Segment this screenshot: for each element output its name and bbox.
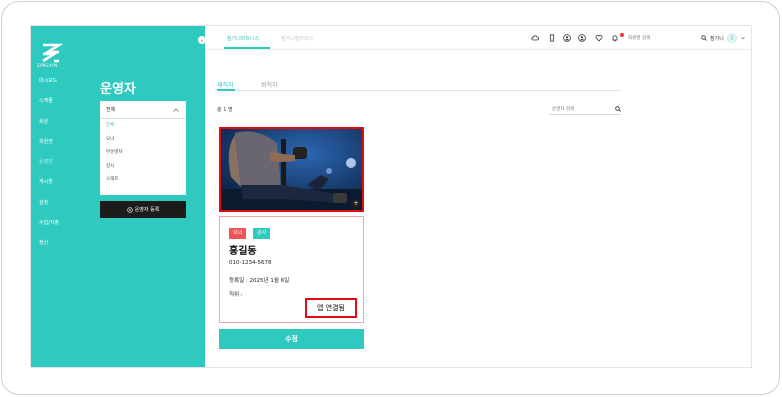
avatar: 짐 [726,33,737,43]
brand-logo[interactable] [39,42,63,64]
heart-icon[interactable] [595,34,603,42]
sidebar-nav: 대시보드 스케줄 회원 회원권 운영진 게시판 설정 수입/지출 정산 [39,77,59,260]
account-circle-icon[interactable] [578,34,586,42]
sidebar-item-settlement[interactable]: 정산 [39,239,59,259]
owner-badge: 오너 [229,228,247,239]
staff-card: 오너 강사 홍길동 010-1234-5678 등록일 : 2025년 1월 6… [219,216,364,323]
register-staff-button[interactable]: 운영자 등록 [100,201,186,218]
staff-register-date: 등록일 : 2025년 1월 6일 [229,278,290,284]
sidebar-item-board[interactable]: 게시판 [39,178,59,198]
staff-search [549,104,621,115]
staff-position: 직위 : [229,292,243,298]
gym-tab-indicator [224,47,270,49]
role-option-coach[interactable]: 강사 [100,160,186,174]
mobile-phone-icon[interactable] [548,34,556,42]
staff-photo-image [221,129,362,210]
role-option-all[interactable]: 전체 [100,119,186,133]
edit-button[interactable]: 수정 [219,329,364,349]
search-icon[interactable] [615,106,621,112]
staff-phone: 010-1234-5678 [229,260,272,266]
add-photo-button[interactable]: + [352,200,360,208]
role-option-staff[interactable]: 스태프 [100,173,186,187]
sidebar: ZIMGAYN 대시보드 스케줄 회원 회원권 운영진 게시판 설정 수입/지출… [31,26,205,367]
user-circle-icon[interactable] [563,34,571,42]
role-option-sub-admin[interactable]: 부운영자 [100,146,186,160]
brand-wordmark: ZIMGAYN [37,63,58,68]
page-title: 운영자 [100,82,136,97]
sidebar-item-memberships[interactable]: 회원권 [39,138,59,158]
role-option-owner[interactable]: 오너 [100,133,186,147]
user-menu[interactable]: 짐가니 짐 [701,33,746,43]
role-filter-select[interactable]: 전체 [100,101,186,119]
staff-photo[interactable]: + [219,127,364,212]
chevron-up-icon [173,107,179,112]
role-filter-selected: 전체 [106,107,116,113]
app-window: ZIMGAYN 대시보드 스케줄 회원 회원권 운영진 게시판 설정 수입/지출… [30,25,752,368]
tab-gym-pilates[interactable]: 짐가니필라테스 [281,35,313,42]
sidebar-item-members[interactable]: 회원 [39,118,59,138]
search-icon[interactable] [701,35,707,41]
tab-active-indicator [217,89,235,91]
top-bar: 짐가니피트니스 짐가니필라테스 회원명 검색 짐가니 짐 [205,26,751,50]
app-linked-status: 앱 연결됨 [305,298,357,318]
cloud-icon[interactable] [531,34,539,42]
total-count: 총 1 명 [217,107,233,113]
sidebar-item-settings[interactable]: 설정 [39,199,59,219]
coach-badge: 강사 [253,228,271,239]
sidebar-item-staff[interactable]: 운영진 [39,158,59,178]
tab-divider [217,90,621,91]
sidebar-item-dashboard[interactable]: 대시보드 [39,77,59,97]
sidebar-item-schedule[interactable]: 스케줄 [39,97,59,117]
tab-former-staff[interactable]: 퇴직자 [261,80,278,89]
register-staff-label: 운영자 등록 [134,207,160,213]
sidebar-item-income-expense[interactable]: 수입/지출 [39,219,59,239]
user-name: 짐가니 [710,35,724,42]
notification-dot [620,33,624,37]
tab-gym-fitness[interactable]: 짐가니피트니스 [227,35,259,42]
member-search-input[interactable] [628,35,693,42]
staff-search-input[interactable] [552,106,610,113]
chevron-down-icon [741,37,745,40]
staff-role-filter[interactable]: 전체 전체 오너 부운영자 강사 스태프 [100,101,186,195]
bell-icon[interactable] [611,34,619,42]
staff-name: 홍길동 [229,246,257,257]
plus-circle-icon [127,206,133,213]
tab-current-staff[interactable]: 재직자 [217,80,234,89]
